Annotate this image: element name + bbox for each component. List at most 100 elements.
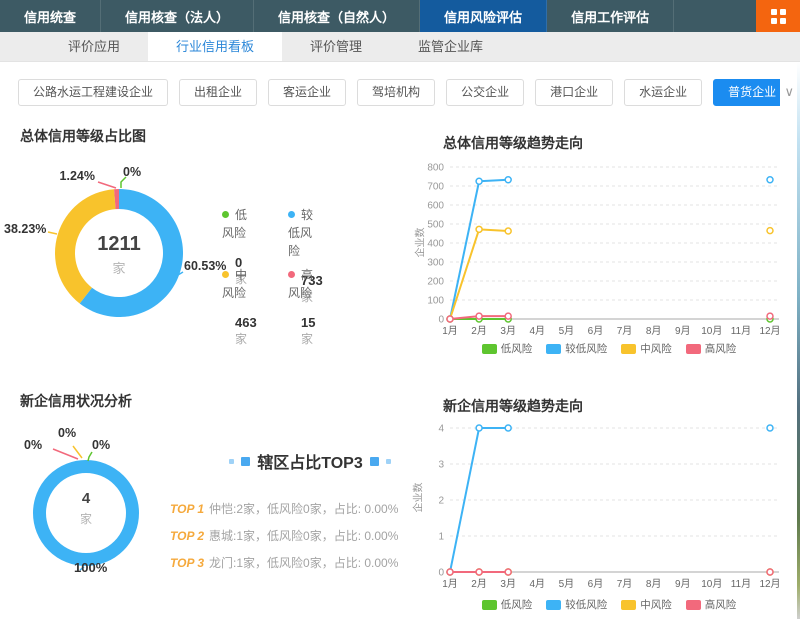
trend-legend-low[interactable]: 低风险 xyxy=(482,341,533,356)
topnav-item-credit-overview[interactable]: 信用统查 xyxy=(0,0,101,32)
svg-text:400: 400 xyxy=(427,239,444,250)
legend-item-high-risk[interactable]: 高风险 15 家 xyxy=(288,266,315,347)
tab-water-transport[interactable]: 水运企业 xyxy=(624,79,702,106)
tab-passenger-transport[interactable]: 客运企业 xyxy=(268,79,346,106)
trend-legend-lower[interactable]: 较低风险 xyxy=(546,341,607,356)
svg-text:0: 0 xyxy=(438,315,444,326)
new-donut-center: 4 家 xyxy=(46,490,126,527)
apps-launcher-button[interactable] xyxy=(756,0,800,32)
deco-square-icon xyxy=(386,459,391,464)
overall-trend-title: 总体信用等级趋势走向 xyxy=(443,133,583,153)
svg-text:8月: 8月 xyxy=(646,325,662,337)
low-risk-dot-icon xyxy=(222,211,229,218)
svg-text:6月: 6月 xyxy=(588,325,604,337)
new-pct-low: 0% xyxy=(92,438,110,452)
svg-text:0: 0 xyxy=(438,568,444,579)
new-total-unit: 家 xyxy=(46,510,126,527)
overall-total-count: 1211 xyxy=(79,233,159,256)
top3-item-3: TOP 3龙门:1家，低风险0家，占比: 0.00% xyxy=(170,554,435,571)
new-legend-mid[interactable]: 中风险 xyxy=(621,597,672,612)
legend-item-mid-risk[interactable]: 中风险 463 家 xyxy=(222,266,257,347)
overall-pct-high: 1.24% xyxy=(40,169,95,183)
tab-port[interactable]: 港口企业 xyxy=(535,79,613,106)
svg-text:2月: 2月 xyxy=(471,325,487,337)
tab-driving-school[interactable]: 驾培机构 xyxy=(357,79,435,106)
svg-text:7月: 7月 xyxy=(617,325,633,337)
tab-rental[interactable]: 出租企业 xyxy=(179,79,257,106)
svg-text:4月: 4月 xyxy=(529,325,545,337)
low-swatch-icon xyxy=(482,600,497,610)
svg-text:11月: 11月 xyxy=(731,325,751,337)
svg-text:500: 500 xyxy=(427,220,444,231)
topnav-item-credit-check-natural[interactable]: 信用核查（自然人） xyxy=(254,0,420,32)
top3-title: 辖区占比TOP3 xyxy=(257,449,363,473)
trend-legend-high[interactable]: 高风险 xyxy=(686,341,737,356)
svg-text:10月: 10月 xyxy=(701,325,722,337)
subnav-item-eval-management[interactable]: 评价管理 xyxy=(282,32,390,61)
new-trend-title: 新企信用等级趋势走向 xyxy=(443,396,583,416)
svg-text:4: 4 xyxy=(438,424,444,435)
lower-swatch-icon xyxy=(546,600,561,610)
topnav-item-credit-risk-eval[interactable]: 信用风险评估 xyxy=(420,0,547,32)
top3-item-1: TOP 1仲恺:2家，低风险0家，占比: 0.00% xyxy=(170,500,435,517)
svg-text:100: 100 xyxy=(427,296,444,307)
new-total-count: 4 xyxy=(46,490,126,507)
top-navigation: 信用统查 信用核查（法人） 信用核查（自然人） 信用风险评估 信用工作评估 xyxy=(0,0,800,32)
overall-pie-title: 总体信用等级占比图 xyxy=(20,126,146,146)
svg-text:700: 700 xyxy=(427,182,444,193)
new-legend-lower[interactable]: 较低风险 xyxy=(546,597,607,612)
tabs-overflow-chevron-icon[interactable]: ∨ xyxy=(784,84,794,100)
new-enterprise-pie-title: 新企信用状况分析 xyxy=(20,391,132,411)
svg-text:800: 800 xyxy=(427,163,444,174)
svg-text:11月: 11月 xyxy=(731,578,751,590)
svg-text:3: 3 xyxy=(438,460,444,471)
svg-text:2: 2 xyxy=(438,496,444,507)
overall-total-unit: 家 xyxy=(79,258,159,277)
svg-text:9月: 9月 xyxy=(675,578,691,590)
overall-trend-yaxis-name: 企业数 xyxy=(412,228,427,258)
new-trend-chart: 012341月2月3月4月5月6月7月8月9月10月11月12月 xyxy=(428,415,790,587)
svg-text:1: 1 xyxy=(438,532,444,543)
top3-header: 辖区占比TOP3 xyxy=(205,449,415,473)
svg-text:2月: 2月 xyxy=(471,578,487,590)
trend-legend-mid[interactable]: 中风险 xyxy=(621,341,672,356)
svg-text:3月: 3月 xyxy=(500,325,516,337)
lower-risk-dot-icon xyxy=(288,211,295,218)
svg-text:12月: 12月 xyxy=(759,578,780,590)
new-pct-lower: 100% xyxy=(74,560,107,575)
subnav-item-industry-credit-board[interactable]: 行业信用看板 xyxy=(148,32,282,61)
tab-public-transit[interactable]: 公交企业 xyxy=(446,79,524,106)
svg-text:8月: 8月 xyxy=(646,578,662,590)
industry-category-tabs: 公路水运工程建设企业 出租企业 客运企业 驾培机构 公交企业 港口企业 水运企业… xyxy=(0,79,780,109)
low-swatch-icon xyxy=(482,344,497,354)
topnav-item-credit-check-legal[interactable]: 信用核查（法人） xyxy=(101,0,254,32)
new-legend-high[interactable]: 高风险 xyxy=(686,597,737,612)
high-swatch-icon xyxy=(686,344,701,354)
tab-road-construction[interactable]: 公路水运工程建设企业 xyxy=(18,79,168,106)
svg-text:5月: 5月 xyxy=(559,325,575,337)
overall-trend-legend: 低风险 较低风险 中风险 高风险 xyxy=(428,341,790,356)
mid-swatch-icon xyxy=(621,600,636,610)
new-legend-low[interactable]: 低风险 xyxy=(482,597,533,612)
mid-risk-dot-icon xyxy=(222,271,229,278)
svg-text:300: 300 xyxy=(427,258,444,269)
svg-text:9月: 9月 xyxy=(675,325,691,337)
subnav-item-supervised-enterprise-lib[interactable]: 监管企业库 xyxy=(390,32,511,61)
overall-donut-center: 1211 家 xyxy=(79,233,159,277)
svg-text:600: 600 xyxy=(427,201,444,212)
topnav-item-credit-work-eval[interactable]: 信用工作评估 xyxy=(547,0,674,32)
page: 信用统查 信用核查（法人） 信用核查（自然人） 信用风险评估 信用工作评估 评价… xyxy=(0,0,800,619)
overall-pct-mid: 38.23% xyxy=(4,222,46,236)
overall-trend-chart: 01002003004005006007008001月2月3月4月5月6月7月8… xyxy=(428,152,790,348)
overall-pct-lower: 60.53% xyxy=(184,259,226,273)
svg-text:12月: 12月 xyxy=(759,325,780,337)
deco-square-icon xyxy=(241,457,250,466)
subnav-item-eval-application[interactable]: 评价应用 xyxy=(40,32,148,61)
mid-swatch-icon xyxy=(621,344,636,354)
tab-general-cargo[interactable]: 普货企业 xyxy=(713,79,780,106)
svg-text:1月: 1月 xyxy=(442,578,458,590)
svg-text:1月: 1月 xyxy=(442,325,458,337)
new-pct-high: 0% xyxy=(24,438,42,452)
svg-text:7月: 7月 xyxy=(617,578,633,590)
new-trend-legend: 低风险 较低风险 中风险 高风险 xyxy=(428,597,790,612)
